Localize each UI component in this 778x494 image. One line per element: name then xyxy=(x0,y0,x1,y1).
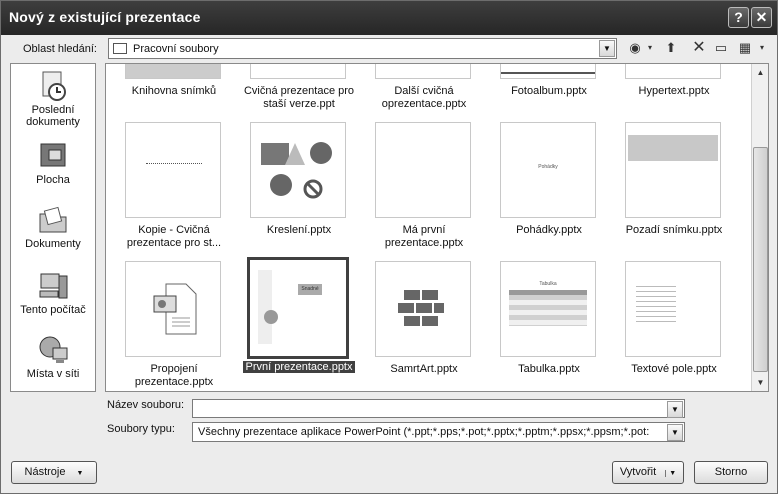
delete-icon[interactable]: ✕ xyxy=(690,39,708,57)
thumbnail-text: Pohádky xyxy=(538,164,558,170)
close-button[interactable]: ✕ xyxy=(751,7,772,28)
place-recent[interactable]: Poslední dokumenty xyxy=(11,70,95,128)
dialog-window: Nový z existující prezentace ? ✕ Oblast … xyxy=(0,0,778,494)
chevron-down-icon[interactable]: ▼ xyxy=(667,401,683,418)
file-thumbnail xyxy=(375,122,471,218)
file-thumbnail xyxy=(375,261,471,357)
file-name: Pohádky.pptx xyxy=(516,224,582,236)
network-places-icon xyxy=(39,336,68,363)
documents-folder-icon xyxy=(39,206,67,233)
desktop-icon xyxy=(40,143,66,167)
file-thumbnail xyxy=(125,64,221,79)
views-icon[interactable]: ▦ xyxy=(736,39,754,57)
lookin-value: Pracovní soubory xyxy=(133,43,219,55)
place-network[interactable]: Místa v síti xyxy=(11,334,95,380)
scrollbar-thumb[interactable] xyxy=(753,147,768,372)
file-name: Fotoalbum.pptx xyxy=(511,85,587,97)
place-documents[interactable]: Dokumenty xyxy=(11,204,95,250)
file-list: Knihovna snímků Cvičná prezentace pro st… xyxy=(105,63,769,392)
file-name: Kreslení.pptx xyxy=(266,224,332,236)
filename-label: Název souboru: xyxy=(107,399,185,411)
file-thumbnail: Pohádky xyxy=(500,122,596,218)
file-thumbnail xyxy=(500,64,596,79)
file-thumbnail xyxy=(625,64,721,79)
computer-icon xyxy=(39,273,68,299)
thumbnail-text: Snadné xyxy=(298,284,322,295)
recent-documents-icon xyxy=(42,71,66,101)
file-name: Pozadí snímku.pptx xyxy=(625,224,723,236)
filetype-select[interactable]: Všechny prezentace aplikace PowerPoint (… xyxy=(192,422,685,442)
tools-button[interactable]: Nástroje ▼ xyxy=(11,461,97,484)
file-name: Propojení prezentace.pptx xyxy=(134,363,214,388)
tools-button-label: Nástroje xyxy=(24,466,66,478)
create-button-label: Vytvořit xyxy=(619,466,657,478)
filename-input[interactable]: ▼ xyxy=(192,399,685,418)
place-label: Místa v síti xyxy=(26,368,80,380)
file-thumbnail xyxy=(625,122,721,218)
file-thumbnail xyxy=(125,122,221,218)
chevron-down-icon[interactable]: ▼ xyxy=(599,40,615,57)
lookin-label: Oblast hledání: xyxy=(23,43,97,55)
file-thumbnail: Snadné xyxy=(247,257,349,359)
filetype-value: Všechny prezentace aplikace PowerPoint (… xyxy=(198,426,650,438)
file-name: Textové pole.pptx xyxy=(631,363,717,375)
file-name: Další cvičná oprezentace.pptx xyxy=(381,85,467,110)
file-thumbnail xyxy=(375,64,471,79)
place-label: Dokumenty xyxy=(25,238,81,250)
chevron-down-icon[interactable]: ▼ xyxy=(667,424,683,441)
place-computer[interactable]: Tento počítač xyxy=(11,270,95,316)
presentation-file-icon xyxy=(153,283,197,335)
filetype-label: Soubory typu: xyxy=(107,423,175,435)
file-name: SamrtArt.pptx xyxy=(390,363,458,375)
up-folder-icon[interactable]: ⬆ xyxy=(662,39,680,57)
help-button[interactable]: ? xyxy=(728,7,749,28)
file-name: Knihovna snímků xyxy=(131,85,217,97)
title-bar: Nový z existující prezentace ? ✕ xyxy=(1,1,777,35)
file-name: Tabulka.pptx xyxy=(518,363,580,375)
chevron-down-icon: ▼ xyxy=(76,470,84,477)
file-thumbnail xyxy=(250,64,346,79)
cancel-button[interactable]: Storno xyxy=(694,461,768,484)
file-thumbnail xyxy=(125,261,221,357)
lookin-dropdown[interactable]: Pracovní soubory ▼ xyxy=(108,38,617,59)
file-thumbnail xyxy=(625,261,721,357)
cancel-button-label: Storno xyxy=(714,466,748,478)
place-label: Tento počítač xyxy=(20,304,86,316)
folder-icon xyxy=(113,43,127,54)
file-name: Má první prezentace.pptx xyxy=(384,224,464,249)
place-desktop[interactable]: Plocha xyxy=(11,140,95,186)
new-folder-icon[interactable]: ▭ xyxy=(712,39,730,57)
file-thumbnail xyxy=(250,122,346,218)
chevron-down-icon[interactable]: ▼ xyxy=(665,470,677,477)
file-name: Kopie - Cvičná prezentace pro st... xyxy=(126,224,222,249)
places-bar: Poslední dokumenty Plocha Dokumenty Tent… xyxy=(10,63,96,392)
views-dropdown-icon[interactable]: ▾ xyxy=(753,39,771,57)
file-name: První prezentace.pptx xyxy=(243,361,355,373)
create-button[interactable]: Vytvořit ▼ xyxy=(612,461,684,484)
file-name: Hypertext.pptx xyxy=(638,85,710,97)
scroll-down-icon[interactable]: ▼ xyxy=(753,375,768,390)
vertical-scrollbar[interactable]: ▲ ▼ xyxy=(751,64,768,391)
place-label: Poslední dokumenty xyxy=(26,104,80,128)
place-label: Plocha xyxy=(36,174,70,186)
dialog-title: Nový z existující prezentace xyxy=(9,9,201,25)
back-dropdown-icon[interactable]: ▾ xyxy=(641,39,659,57)
scroll-up-icon[interactable]: ▲ xyxy=(753,65,768,80)
file-name: Cvičná prezentace pro staší verze.ppt xyxy=(243,85,355,110)
file-thumbnail: Tabulka xyxy=(500,261,596,357)
